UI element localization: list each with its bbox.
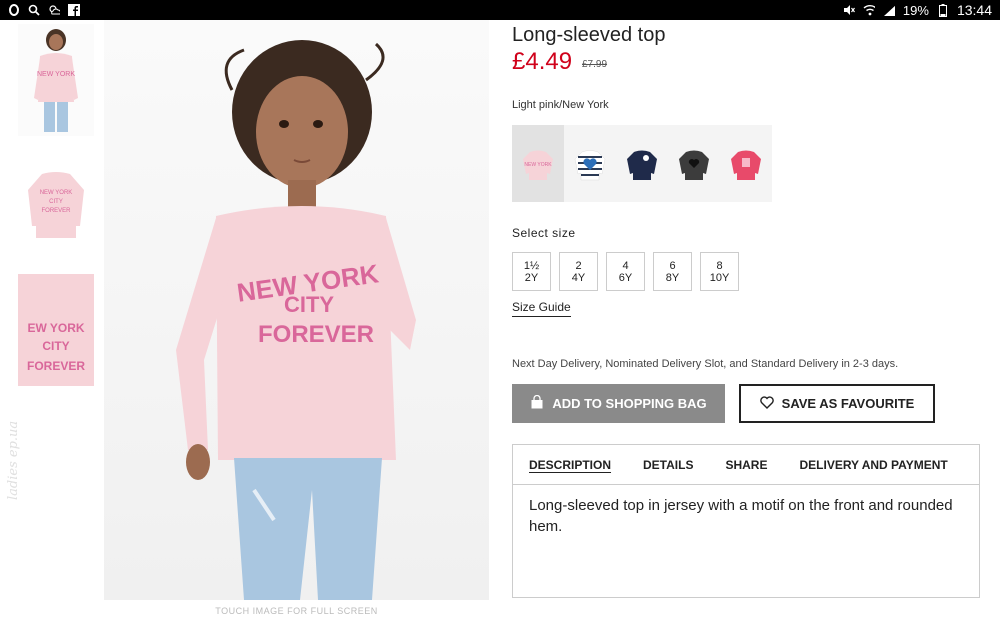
svg-text:CITY: CITY (49, 199, 63, 205)
size-option-line1: 8 (716, 259, 723, 272)
info-tabs-panel: DESCRIPTION DETAILS SHARE DELIVERY AND P… (512, 444, 980, 598)
thumbnail-strip: NEW YORK NEW YORK CITY FOREVER EW YORK C… (18, 24, 96, 410)
battery-icon (937, 3, 949, 17)
shopping-bag-icon (530, 394, 544, 412)
color-swatches: NEW YORK (512, 125, 772, 202)
svg-text:FOREVER: FOREVER (258, 321, 374, 348)
tab-share[interactable]: SHARE (725, 458, 767, 472)
add-to-bag-button[interactable]: ADD TO SHOPPING BAG (512, 384, 725, 423)
size-guide-link[interactable]: Size Guide (512, 300, 571, 317)
tab-details[interactable]: DETAILS (643, 458, 693, 472)
product-description: Long-sleeved top in jersey with a motif … (529, 497, 953, 535)
product-title: Long-sleeved top (512, 24, 666, 46)
save-favourite-button[interactable]: SAVE AS FAVOURITE (739, 384, 935, 423)
tab-description[interactable]: DESCRIPTION (529, 458, 611, 472)
weather-icon (48, 4, 60, 16)
size-option-6y[interactable]: 4 6Y (606, 252, 645, 291)
svg-text:FOREVER: FOREVER (41, 208, 71, 214)
size-option-10y[interactable]: 8 10Y (700, 252, 739, 291)
size-option-line1: 1½ (523, 259, 540, 272)
swatch-light-pink[interactable]: NEW YORK (512, 125, 564, 202)
mute-icon (843, 4, 855, 16)
selected-color-name: Light pink/New York (512, 99, 609, 111)
swatch-dark-grey[interactable] (668, 125, 720, 202)
fullscreen-caption: TOUCH IMAGE FOR FULL SCREEN (215, 606, 378, 616)
thumbnail-model[interactable]: NEW YORK (18, 24, 94, 136)
facebook-icon (68, 4, 80, 16)
size-option-line1: 6 (669, 259, 676, 272)
size-option-2y[interactable]: 1½ 2Y (512, 252, 551, 291)
svg-text:CITY: CITY (42, 339, 69, 353)
signal-icon (883, 4, 895, 16)
wifi-icon (863, 4, 875, 16)
search-icon (28, 4, 40, 16)
original-price: £7.99 (582, 59, 608, 70)
svg-text:NEW YORK: NEW YORK (40, 190, 73, 196)
thumbnail-flat[interactable]: NEW YORK CITY FOREVER (18, 160, 94, 244)
add-to-bag-label: ADD TO SHOPPING BAG (552, 396, 707, 411)
thumbnail-detail[interactable]: EW YORK CITY FOREVER (18, 274, 94, 386)
svg-text:NEW YORK: NEW YORK (524, 162, 552, 168)
battery-percent: 19% (902, 2, 929, 18)
svg-text:NEW YORK: NEW YORK (37, 71, 75, 78)
main-product-image[interactable]: NEW YORK CITY FOREVER (104, 20, 489, 600)
size-option-line2: 10Y (709, 271, 730, 284)
size-option-line2: 8Y (665, 271, 680, 284)
size-option-4y[interactable]: 2 4Y (559, 252, 598, 291)
save-favourite-label: SAVE AS FAVOURITE (781, 396, 915, 411)
select-size-label: Select size (512, 226, 576, 240)
size-option-line1: 4 (622, 259, 629, 272)
size-options: 1½ 2Y 2 4Y 4 6Y 6 8Y 8 10Y (512, 252, 739, 291)
size-option-line2: 6Y (618, 271, 633, 284)
sale-price: £4.49 (512, 48, 573, 75)
size-option-line2: 4Y (571, 271, 586, 284)
svg-text:EW YORK: EW YORK (27, 321, 84, 335)
swatch-navy[interactable] (616, 125, 668, 202)
watermark: ladies ep.ua (6, 420, 21, 500)
svg-text:CITY: CITY (284, 292, 334, 317)
delivery-info: Next Day Delivery, Nominated Delivery Sl… (512, 358, 899, 370)
size-option-line2: 2Y (524, 271, 539, 284)
tab-delivery-payment[interactable]: DELIVERY AND PAYMENT (799, 458, 947, 472)
status-bar: 19% 13:44 (0, 0, 1000, 20)
status-bar-right: 19% 13:44 (843, 2, 992, 18)
svg-text:FOREVER: FOREVER (27, 359, 85, 373)
opera-icon (8, 4, 20, 16)
status-bar-left (8, 4, 80, 16)
heart-icon (759, 395, 774, 412)
swatch-pink[interactable] (720, 125, 772, 202)
info-tabs: DESCRIPTION DETAILS SHARE DELIVERY AND P… (513, 445, 979, 485)
clock: 13:44 (956, 2, 992, 18)
size-option-line1: 2 (575, 259, 582, 272)
size-option-8y[interactable]: 6 8Y (653, 252, 692, 291)
swatch-striped[interactable] (564, 125, 616, 202)
